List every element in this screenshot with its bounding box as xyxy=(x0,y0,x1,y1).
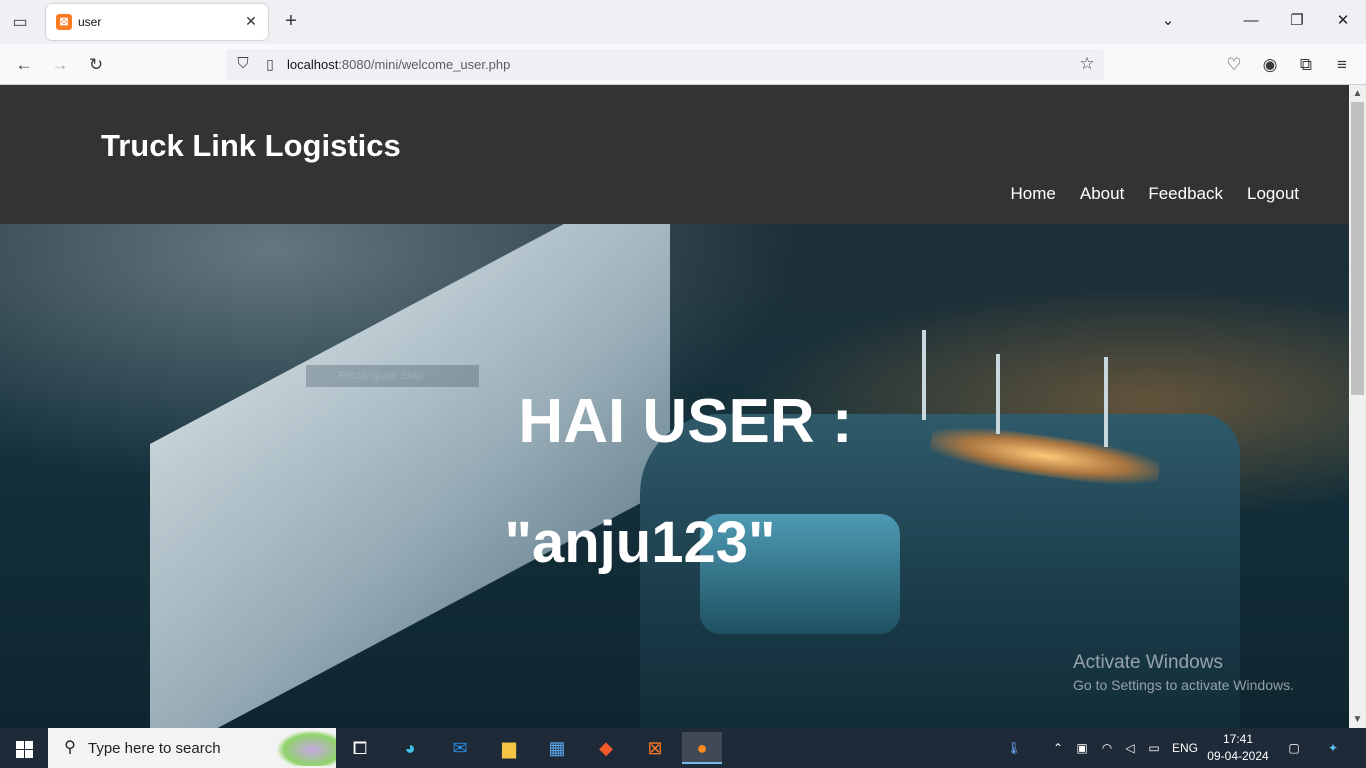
edge-icon[interactable]: ◕ xyxy=(390,732,430,764)
windows-start-icon[interactable] xyxy=(0,728,48,768)
username-display: "anju123" xyxy=(504,510,776,575)
snip-overlay-ghost: Rectangular Snip xyxy=(306,365,479,387)
scroll-down-icon[interactable]: ▼ xyxy=(1349,711,1366,728)
firefox-icon[interactable]: ● xyxy=(682,732,722,764)
activate-windows-watermark: Activate Windows Go to Settings to activ… xyxy=(1073,652,1294,693)
search-placeholder: Type here to search xyxy=(88,740,221,757)
truck-trailer-image xyxy=(150,224,670,728)
account-icon[interactable]: ◉ xyxy=(1257,52,1283,78)
nav-about-link[interactable]: About xyxy=(1080,184,1124,204)
url-host: localhost xyxy=(287,57,339,72)
taskbar-search-box[interactable]: ⚲ Type here to search xyxy=(48,728,336,768)
network-icon[interactable]: ◠ xyxy=(1096,728,1118,768)
page-info-icon[interactable]: ▯ xyxy=(260,53,280,75)
mail-icon[interactable]: ✉ xyxy=(440,732,480,764)
greeting-heading: HAI USER : xyxy=(518,387,853,456)
site-header: Truck Link Logistics Home About Feedback… xyxy=(0,85,1349,224)
nav-logout-link[interactable]: Logout xyxy=(1247,184,1299,204)
battery-icon[interactable]: ▭ xyxy=(1143,728,1165,768)
search-icon: ⚲ xyxy=(64,739,76,756)
clock-time: 17:41 xyxy=(1222,732,1254,746)
reload-icon[interactable]: ↻ xyxy=(83,52,109,78)
nav-home-link[interactable]: Home xyxy=(1011,184,1056,204)
meet-now-icon[interactable]: ▣ xyxy=(1071,728,1093,768)
url-bar[interactable]: ⛉ ▯ localhost:8080/mini/welcome_user.php… xyxy=(226,49,1104,80)
minimize-icon[interactable]: — xyxy=(1236,8,1266,34)
xampp-favicon-icon: ⊠ xyxy=(56,14,72,30)
scroll-up-icon[interactable]: ▲ xyxy=(1349,85,1366,102)
shield-icon[interactable]: ⛉ xyxy=(232,53,254,75)
close-tab-icon[interactable]: ✕ xyxy=(242,12,260,30)
browser-tab-bar: ▭ ⊠ user ✕ + ⌄ — ❐ ✕ xyxy=(0,0,1366,44)
clock-date: 09-04-2024 xyxy=(1207,749,1269,763)
taskbar-clock[interactable]: 17:41 09-04-2024 xyxy=(1205,731,1271,765)
tab-title: user xyxy=(78,15,102,29)
volume-icon[interactable]: ◁ xyxy=(1119,728,1141,768)
watermark-title: Activate Windows xyxy=(1073,652,1223,673)
pocket-icon[interactable]: ♡ xyxy=(1221,52,1247,78)
page-scrollbar[interactable]: ▲ ▼ xyxy=(1349,85,1366,728)
thermometer-icon[interactable]: 🌡 xyxy=(1002,728,1026,768)
scroll-thumb[interactable] xyxy=(1351,102,1364,395)
language-indicator[interactable]: ENG xyxy=(1168,728,1202,768)
show-hidden-icons-chevron[interactable]: ⌃ xyxy=(1047,728,1069,768)
forward-icon[interactable]: → xyxy=(47,52,73,78)
notification-icon[interactable]: ▢ xyxy=(1282,728,1306,768)
nav-feedback-link[interactable]: Feedback xyxy=(1148,184,1223,204)
restore-icon[interactable]: ❐ xyxy=(1282,8,1312,34)
extensions-icon[interactable]: ⧉ xyxy=(1293,52,1319,78)
file-explorer-icon[interactable]: ▆ xyxy=(489,732,529,764)
microsoft-store-icon[interactable]: ▦ xyxy=(537,732,577,764)
task-view-icon[interactable]: ⧠ xyxy=(340,732,380,764)
site-title: Truck Link Logistics xyxy=(101,128,401,163)
watermark-subtitle: Go to Settings to activate Windows. xyxy=(1073,677,1294,693)
tab-list-icon[interactable]: ▭ xyxy=(6,10,34,34)
xampp-icon[interactable]: ⊠ xyxy=(635,732,675,764)
tab-overflow-chevron-icon[interactable]: ⌄ xyxy=(1153,8,1183,34)
menu-icon[interactable]: ≡ xyxy=(1329,52,1355,78)
taskbar: ⚲ Type here to search ⧠ ◕ ✉ ▆ ▦ ◆ ⊠ ● 🌡 … xyxy=(0,728,1366,768)
search-highlight-unicorn-icon xyxy=(276,730,336,766)
browser-nav-bar: ← → ↻ ⛉ ▯ localhost:8080/mini/welcome_us… xyxy=(0,44,1366,85)
url-text[interactable]: localhost:8080/mini/welcome_user.php xyxy=(287,57,510,72)
window-close-icon[interactable]: ✕ xyxy=(1328,8,1358,34)
back-icon[interactable]: ← xyxy=(11,52,37,78)
page-viewport: Truck Link Logistics Home About Feedback… xyxy=(0,85,1349,728)
new-tab-icon[interactable]: + xyxy=(280,10,302,34)
browser-tab[interactable]: ⊠ user ✕ xyxy=(46,4,268,40)
site-nav: Home About Feedback Logout xyxy=(1011,184,1299,204)
brave-icon[interactable]: ◆ xyxy=(586,732,626,764)
copilot-icon[interactable]: ✦ xyxy=(1320,728,1346,768)
bookmark-star-icon[interactable]: ☆ xyxy=(1076,53,1098,75)
hero-truck-background: Rectangular Snip HAI USER : "anju123" Ac… xyxy=(0,224,1349,728)
url-path: :8080/mini/welcome_user.php xyxy=(338,57,511,72)
